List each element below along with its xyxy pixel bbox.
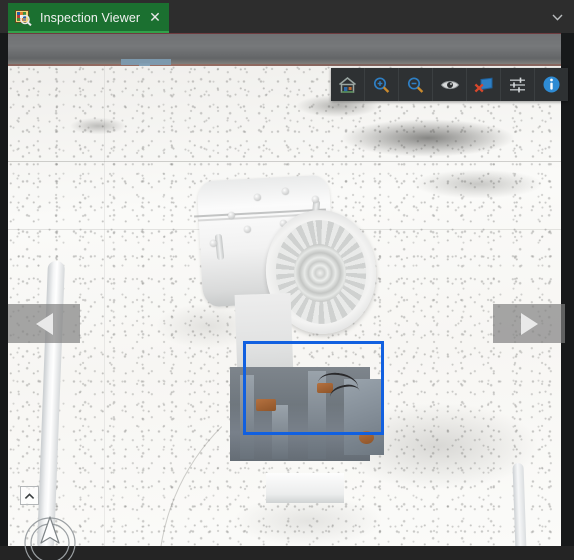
roof-edge-band [8,33,561,67]
home-reset-view-button[interactable] [331,68,365,101]
zoom-in-icon [372,76,391,94]
previous-image-button[interactable] [8,304,80,343]
image-viewer-canvas[interactable] [0,33,574,560]
viewer-bottom-border [0,546,574,560]
viewer-right-border [561,33,574,560]
image-adjustments-button[interactable] [501,68,535,101]
delete-annotation-button[interactable] [467,68,501,101]
sliders-icon [508,76,527,94]
tab-title: Inspection Viewer [40,10,141,25]
inspection-photo [8,33,561,546]
zoom-out-button[interactable] [399,68,433,101]
next-image-button[interactable] [493,304,565,343]
title-bar: Inspection Viewer ✕ [0,0,574,33]
surface-seam [104,66,105,546]
triangle-left-icon [35,312,53,335]
compass-north-icon[interactable] [22,513,78,560]
toggle-visibility-button[interactable] [433,68,467,101]
roof-curb-block [266,473,344,503]
housing-bolt [282,188,289,195]
tab-inspection-viewer[interactable]: Inspection Viewer ✕ [8,3,169,32]
housing-bolt [210,240,217,247]
chevron-up-icon [24,487,35,505]
collapse-panel-button[interactable] [20,486,39,505]
zoom-out-icon [406,76,425,94]
viewer-top-accent-line [8,33,561,34]
housing-bolt [254,194,261,201]
delete-shape-icon [474,76,494,94]
chevron-down-icon[interactable] [546,8,568,26]
eye-icon [440,78,460,92]
inspection-viewer-window: Inspection Viewer ✕ [0,0,574,560]
surface-seam [8,161,561,162]
image-inspect-icon [15,9,32,26]
housing-bolt [312,196,319,203]
close-icon[interactable]: ✕ [149,11,161,25]
viewer-left-border [0,33,8,560]
zoom-in-button[interactable] [365,68,399,101]
info-button[interactable] [535,68,568,101]
housing-bolt [228,212,235,219]
annotation-bounding-box[interactable] [243,341,384,435]
housing-bolt [244,226,251,233]
home-icon [338,76,357,94]
triangle-right-icon [520,312,538,335]
info-icon [542,75,561,94]
viewer-toolbar [331,68,568,101]
